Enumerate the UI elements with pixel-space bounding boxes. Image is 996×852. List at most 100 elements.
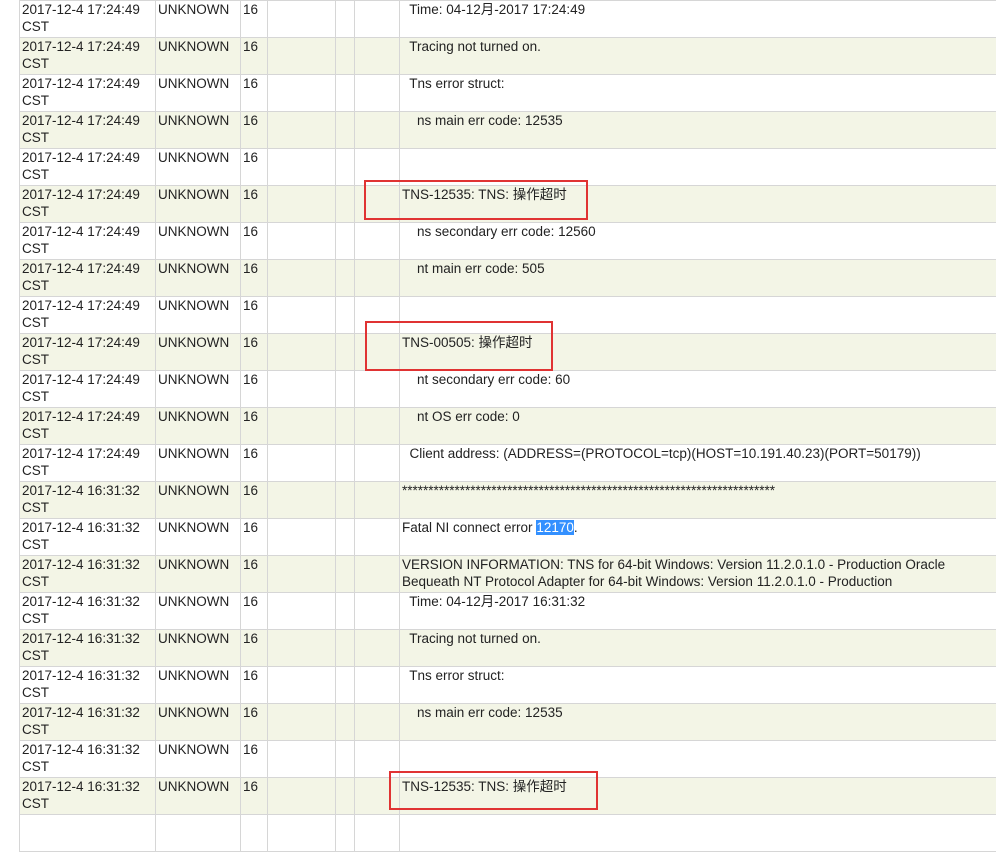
cell-source: UNKNOWN xyxy=(156,1,241,38)
cell-empty xyxy=(268,815,336,852)
cell-time: 2017-12-4 16:31:32 CST xyxy=(20,519,156,556)
table-row[interactable]: 2017-12-4 16:31:32 CSTUNKNOWN16 Tracing … xyxy=(20,630,996,667)
cell-message: ns secondary err code: 12560 xyxy=(400,223,996,260)
cell-source: UNKNOWN xyxy=(156,667,241,704)
table-row[interactable]: 2017-12-4 16:31:32 CSTUNKNOWN16Fatal NI … xyxy=(20,519,996,556)
cell-time: 2017-12-4 16:31:32 CST xyxy=(20,482,156,519)
message-text: Tracing not turned on. xyxy=(402,631,541,646)
cell-empty xyxy=(336,593,355,630)
cell-time: 2017-12-4 17:24:49 CST xyxy=(20,223,156,260)
cell-empty xyxy=(336,112,355,149)
cell-time: 2017-12-4 16:31:32 CST xyxy=(20,630,156,667)
cell-empty xyxy=(355,223,400,260)
cell-empty xyxy=(355,741,400,778)
selected-text-highlight[interactable]: 12170 xyxy=(536,520,574,535)
table-row[interactable]: 2017-12-4 17:24:49 CSTUNKNOWN16 nt main … xyxy=(20,260,996,297)
cell-message: Time: 04-12月-2017 17:24:49 xyxy=(400,1,996,38)
message-text: Client address: (ADDRESS=(PROTOCOL=tcp)(… xyxy=(402,446,921,461)
table-row[interactable]: 2017-12-4 16:31:32 CSTUNKNOWN16 Tns erro… xyxy=(20,667,996,704)
cell-source: UNKNOWN xyxy=(156,112,241,149)
cell-message xyxy=(400,741,996,778)
table-row[interactable]: 2017-12-4 16:31:32 CSTUNKNOWN16 ns main … xyxy=(20,704,996,741)
cell-message: ****************************************… xyxy=(400,482,996,519)
cell-empty xyxy=(336,408,355,445)
cell-source: UNKNOWN xyxy=(156,482,241,519)
table-row[interactable]: 2017-12-4 17:24:49 CSTUNKNOWN16 Tns erro… xyxy=(20,75,996,112)
cell-time: 2017-12-4 17:24:49 CST xyxy=(20,371,156,408)
cell-level: 16 xyxy=(241,408,268,445)
cell-time: 2017-12-4 17:24:49 CST xyxy=(20,297,156,334)
cell-message: ns main err code: 12535 xyxy=(400,704,996,741)
cell-level: 16 xyxy=(241,149,268,186)
cell-empty xyxy=(336,519,355,556)
cell-level: 16 xyxy=(241,704,268,741)
cell-source: UNKNOWN xyxy=(156,371,241,408)
message-text: nt main err code: 505 xyxy=(402,261,545,276)
message-text: nt OS err code: 0 xyxy=(402,409,520,424)
table-row[interactable]: 2017-12-4 17:24:49 CSTUNKNOWN16 xyxy=(20,297,996,334)
cell-empty xyxy=(336,297,355,334)
cell-message: TNS-00505: 操作超时 xyxy=(400,334,996,371)
cell-time: 2017-12-4 16:31:32 CST xyxy=(20,556,156,593)
cell-empty xyxy=(268,75,336,112)
cell-empty xyxy=(268,38,336,75)
table-row[interactable]: 2017-12-4 16:31:32 CSTUNKNOWN16*********… xyxy=(20,482,996,519)
cell-level: 16 xyxy=(241,630,268,667)
cell-empty xyxy=(268,408,336,445)
cell-empty xyxy=(268,630,336,667)
cell-empty xyxy=(268,482,336,519)
cell-message: Fatal NI connect error 12170. xyxy=(400,519,996,556)
table-row[interactable]: 2017-12-4 17:24:49 CSTUNKNOWN16 ns secon… xyxy=(20,223,996,260)
table-row[interactable]: 2017-12-4 17:24:49 CSTUNKNOWN16TNS-12535… xyxy=(20,186,996,223)
table-row[interactable]: 2017-12-4 16:31:32 CSTUNKNOWN16 xyxy=(20,741,996,778)
message-text: ****************************************… xyxy=(402,483,775,498)
cell-empty xyxy=(268,223,336,260)
message-text: Tns error struct: xyxy=(402,76,505,91)
cell-empty xyxy=(336,630,355,667)
cell-empty xyxy=(268,260,336,297)
cell-time: 2017-12-4 17:24:49 CST xyxy=(20,260,156,297)
cell-empty xyxy=(268,593,336,630)
cell-empty xyxy=(355,482,400,519)
cell-source: UNKNOWN xyxy=(156,741,241,778)
cell-message: Tns error struct: xyxy=(400,75,996,112)
cell-level: 16 xyxy=(241,186,268,223)
table-row[interactable]: 2017-12-4 16:31:32 CSTUNKNOWN16 Time: 04… xyxy=(20,593,996,630)
message-text: Tns error struct: xyxy=(402,668,505,683)
message-text: TNS-00505: 操作超时 xyxy=(402,335,533,350)
cell-empty xyxy=(336,371,355,408)
cell-level: 16 xyxy=(241,112,268,149)
table-row[interactable]: 2017-12-4 17:24:49 CSTUNKNOWN16 nt secon… xyxy=(20,371,996,408)
cell-empty xyxy=(355,667,400,704)
table-row[interactable]: 2017-12-4 17:24:49 CSTUNKNOWN16 xyxy=(20,149,996,186)
table-row[interactable]: 2017-12-4 17:24:49 CSTUNKNOWN16 nt OS er… xyxy=(20,408,996,445)
cell-level: 16 xyxy=(241,297,268,334)
cell-source: UNKNOWN xyxy=(156,260,241,297)
cell-empty xyxy=(336,38,355,75)
cell-source: UNKNOWN xyxy=(156,630,241,667)
cell-empty xyxy=(355,334,400,371)
cell-empty xyxy=(355,408,400,445)
log-table-body: 2017-12-4 17:24:49 CSTUNKNOWN16 Time: 04… xyxy=(20,1,996,852)
cell-level: 16 xyxy=(241,38,268,75)
message-text: Fatal NI connect error xyxy=(402,520,536,535)
cell-source: UNKNOWN xyxy=(156,519,241,556)
cell-level: 16 xyxy=(241,778,268,815)
cell-empty xyxy=(355,1,400,38)
cell-empty xyxy=(355,112,400,149)
cell-time: 2017-12-4 16:31:32 CST xyxy=(20,778,156,815)
cell-level: 16 xyxy=(241,667,268,704)
cell-level: 16 xyxy=(241,741,268,778)
cell-source: UNKNOWN xyxy=(156,593,241,630)
message-text: VERSION INFORMATION: TNS for 64-bit Wind… xyxy=(402,556,996,590)
table-row[interactable]: 2017-12-4 17:24:49 CSTUNKNOWN16TNS-00505… xyxy=(20,334,996,371)
table-row[interactable]: 2017-12-4 17:24:49 CSTUNKNOWN16 Time: 04… xyxy=(20,1,996,38)
table-row[interactable]: 2017-12-4 17:24:49 CSTUNKNOWN16 Tracing … xyxy=(20,38,996,75)
cell-level: 16 xyxy=(241,334,268,371)
cell-empty xyxy=(241,815,268,852)
cell-empty xyxy=(355,445,400,482)
table-row[interactable]: 2017-12-4 17:24:49 CSTUNKNOWN16 Client a… xyxy=(20,445,996,482)
table-row[interactable]: 2017-12-4 16:31:32 CSTUNKNOWN16 VERSION … xyxy=(20,556,996,593)
table-row[interactable]: 2017-12-4 16:31:32 CSTUNKNOWN16TNS-12535… xyxy=(20,778,996,815)
table-row[interactable]: 2017-12-4 17:24:49 CSTUNKNOWN16 ns main … xyxy=(20,112,996,149)
